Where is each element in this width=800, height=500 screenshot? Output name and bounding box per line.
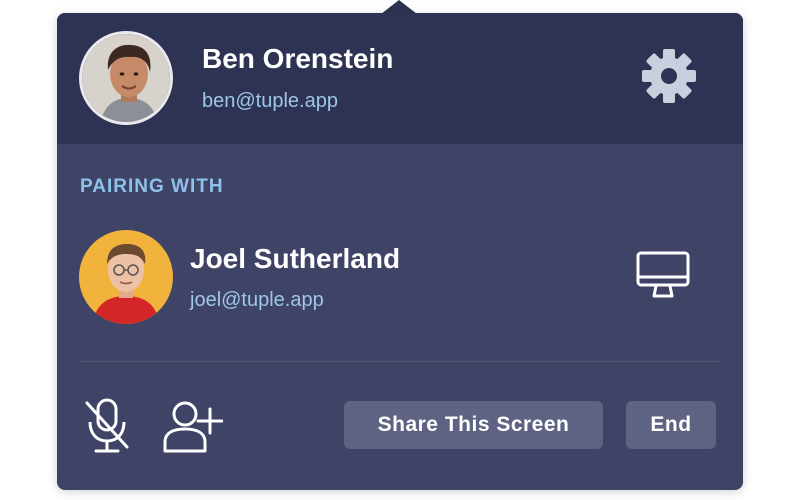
current-user-name: Ben Orenstein [202,43,394,74]
tuple-popover-window: Ben Orenstein ben@tuple.app PAIRING WITH… [0,0,800,500]
peer-name: Joel Sutherland [190,243,401,274]
current-user-header: Ben Orenstein ben@tuple.app [57,13,743,144]
pairing-with-label: PAIRING WITH [80,176,224,197]
section-divider [80,361,720,362]
popover-arrow [381,0,417,14]
add-user-icon[interactable] [161,399,224,455]
microphone-muted-icon[interactable] [83,397,131,455]
monitor-icon[interactable] [635,250,691,302]
current-user-email: ben@tuple.app [202,90,338,112]
peer-email: joel@tuple.app [190,289,324,311]
share-screen-button[interactable]: Share This Screen [344,401,603,449]
pairing-popover: Ben Orenstein ben@tuple.app PAIRING WITH… [57,13,743,490]
gear-icon[interactable] [638,45,700,107]
current-user-avatar [79,31,173,125]
end-button[interactable]: End [626,401,716,449]
peer-avatar [79,230,173,324]
